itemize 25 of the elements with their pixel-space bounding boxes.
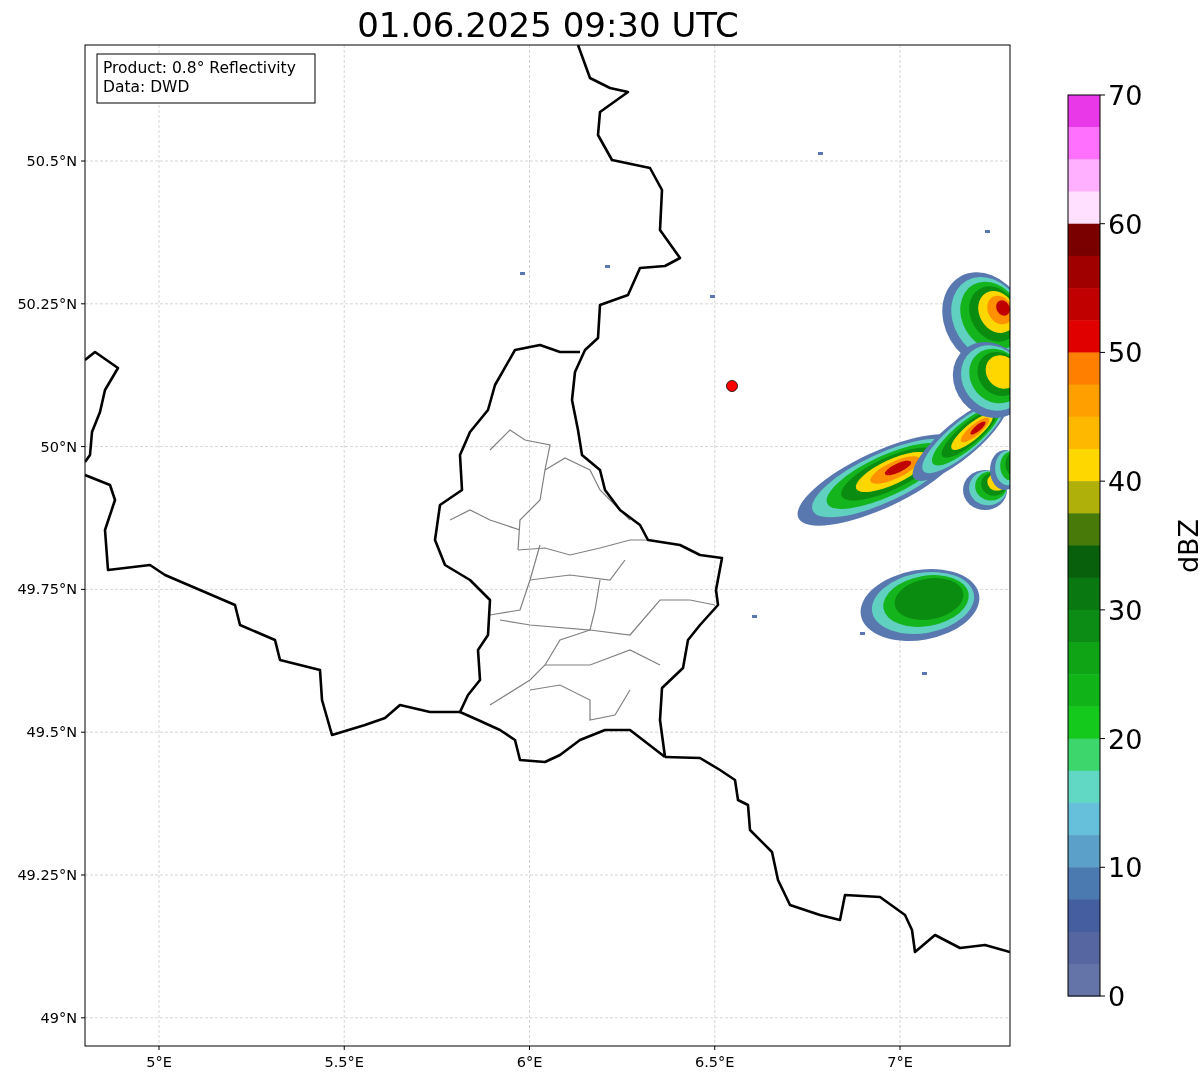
colorbar-tick-label: 20 — [1108, 723, 1143, 755]
colorbar-tick-label: 70 — [1108, 80, 1143, 111]
colorbar-tick-label: 60 — [1108, 208, 1143, 240]
axis-tick-label: 49.25°N — [17, 867, 77, 883]
colorbar-tick-label: 0 — [1108, 981, 1126, 1012]
info-text: Product: 0.8° Reflectivity — [103, 59, 296, 77]
colorbar-tick-label: 50 — [1108, 337, 1143, 369]
axis-tick-label: 49.5°N — [26, 724, 77, 741]
location-marker — [726, 380, 738, 392]
colorbar-tick-label: 30 — [1108, 594, 1143, 626]
axis-tick-label: 49.75°N — [17, 581, 77, 598]
axis-tick-label: 7°E — [887, 1054, 913, 1070]
axis-tick-label: 5°E — [146, 1054, 172, 1070]
colorbar-tick-label: 40 — [1108, 466, 1143, 498]
chart-title: 01.06.2025 09:30 UTC — [357, 5, 739, 45]
axis-tick-label: 50.5°N — [26, 153, 77, 169]
axis-tick-label: 50.25°N — [17, 295, 77, 312]
axis-tick-label: 6°E — [516, 1054, 543, 1070]
colorbar-tick-label: 10 — [1108, 852, 1143, 884]
info-text: Data: DWD — [103, 78, 190, 96]
axis-tick-label: 49°N — [40, 1009, 77, 1026]
axis-tick-label: 5.5°E — [324, 1054, 364, 1070]
axis-tick-label: 6.5°E — [695, 1054, 735, 1070]
colorbar-label: dBZ — [1172, 518, 1202, 574]
axis-tick-label: 50°N — [40, 438, 77, 455]
